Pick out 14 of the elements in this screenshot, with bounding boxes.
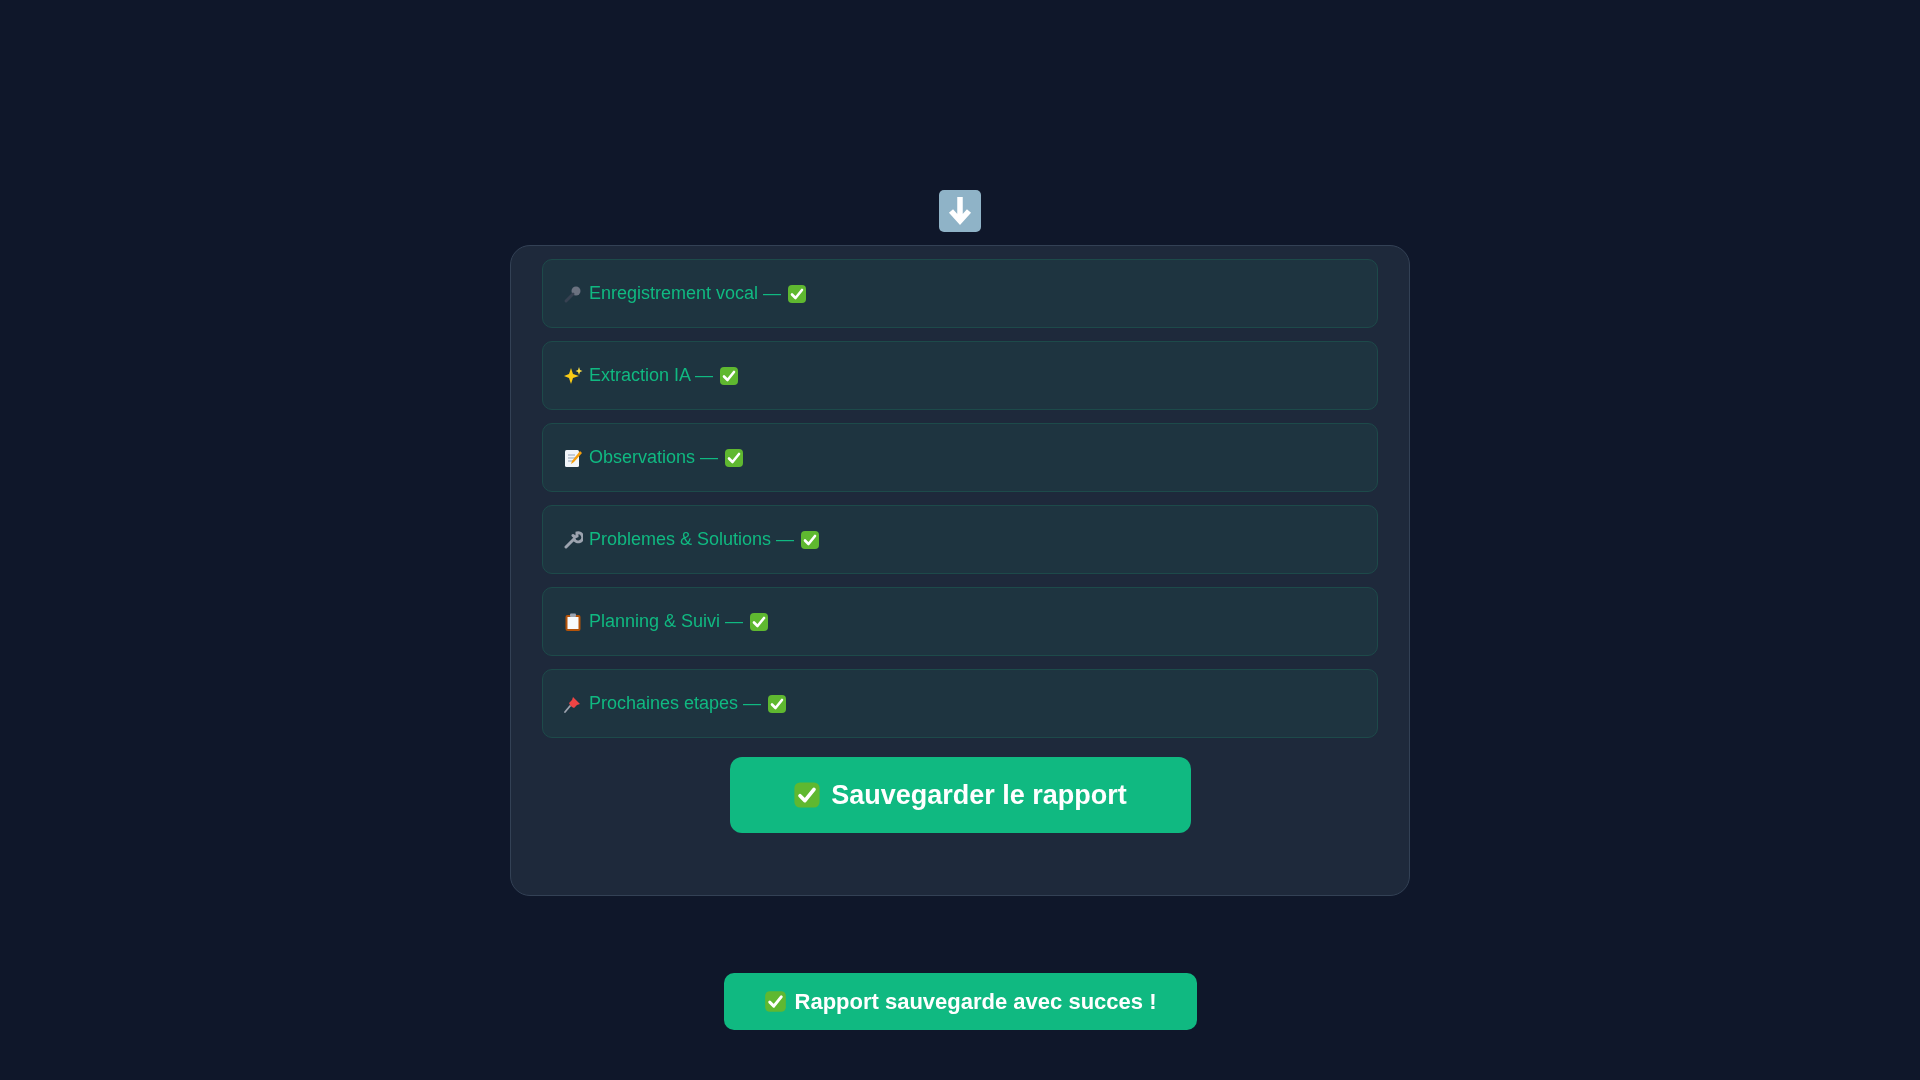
check-icon	[763, 990, 787, 1013]
step-label: Problemes & Solutions —	[589, 529, 795, 550]
clipboard-icon	[563, 611, 583, 632]
wrench-icon	[563, 529, 583, 550]
step-label: Planning & Suivi —	[589, 611, 744, 632]
sparkles-icon	[563, 365, 583, 386]
step-label: Extraction IA —	[589, 365, 714, 386]
memo-icon	[563, 447, 583, 468]
toast-message: Rapport sauvegarde avec succes !	[794, 988, 1157, 1015]
check-icon	[793, 781, 822, 809]
step-label: Observations —	[589, 447, 719, 468]
step-label: Prochaines etapes —	[589, 693, 762, 714]
step-label: Enregistrement vocal —	[589, 283, 782, 304]
save-button[interactable]: Sauvegarder le rapport	[729, 757, 1191, 833]
